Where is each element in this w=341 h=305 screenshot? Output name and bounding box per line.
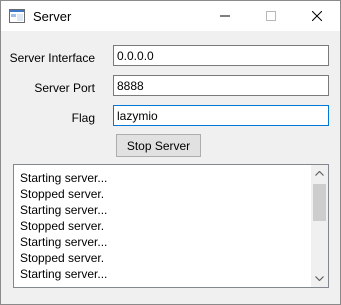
scroll-up-button[interactable] [311, 165, 328, 182]
minimize-icon [220, 15, 230, 17]
flag-label: Flag [71, 111, 95, 125]
server-log[interactable]: Starting server... Stopped server. Start… [13, 164, 329, 288]
log-line: Starting server... [20, 171, 108, 185]
chevron-down-icon [315, 276, 324, 281]
minimize-button[interactable] [202, 1, 248, 31]
maximize-button[interactable] [248, 1, 294, 31]
log-lines: Starting server... Stopped server. Start… [20, 170, 305, 282]
title-bar[interactable]: Server [1, 1, 340, 31]
log-line: Stopped server. [20, 187, 105, 201]
close-icon [312, 11, 322, 21]
close-button[interactable] [294, 1, 340, 31]
chevron-up-icon [315, 171, 324, 176]
log-line: Stopped server. [20, 219, 105, 233]
server-port-label: Server Port [34, 81, 95, 95]
log-line: Stopped server. [20, 251, 105, 265]
log-line: Starting server... [20, 203, 108, 217]
scroll-down-button[interactable] [311, 270, 328, 287]
flag-input[interactable] [113, 105, 329, 126]
server-window: Server Server Interface Server Port Flag… [0, 0, 341, 305]
log-line: Starting server... [20, 267, 108, 281]
log-line: Starting server... [20, 235, 108, 249]
log-scrollbar[interactable] [311, 165, 328, 287]
window-title: Server [33, 9, 72, 24]
server-port-input[interactable] [113, 75, 329, 96]
window-app-icon[interactable] [9, 9, 25, 23]
maximize-icon [266, 11, 276, 21]
server-interface-input[interactable] [113, 45, 329, 66]
stop-server-button[interactable]: Stop Server [116, 134, 201, 157]
scroll-thumb[interactable] [313, 184, 326, 221]
server-interface-label: Server Interface [9, 51, 95, 65]
